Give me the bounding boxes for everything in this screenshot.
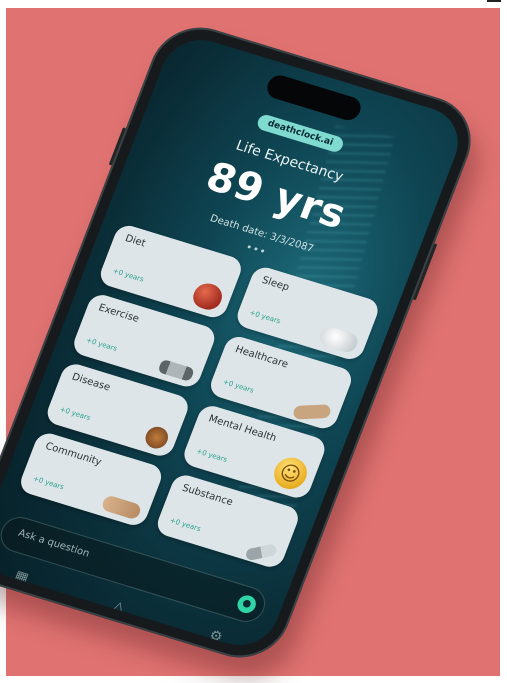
card-title: Disease xyxy=(70,371,112,394)
card-subtitle: +0 years xyxy=(195,447,229,464)
apple-icon xyxy=(189,280,226,313)
smiley-icon: ☺ xyxy=(269,453,312,493)
card-title: Community xyxy=(43,440,103,469)
card-subtitle: +0 years xyxy=(84,336,119,353)
card-subtitle: +0 years xyxy=(168,516,202,534)
card-subtitle: +0 years xyxy=(58,405,92,423)
virus-icon xyxy=(142,424,172,452)
dumbbell-icon xyxy=(157,358,195,382)
card-title: Healthcare xyxy=(233,344,290,371)
card-title: Mental Health xyxy=(206,413,278,445)
card-title: Sleep xyxy=(260,274,291,294)
card-subtitle: +0 years xyxy=(248,308,282,326)
card-title: Exercise xyxy=(96,302,141,325)
bandage-icon xyxy=(293,404,331,420)
pill-icon xyxy=(245,543,278,562)
card-title: Substance xyxy=(180,482,235,509)
corner-mark xyxy=(487,0,501,2)
settings-icon[interactable]: ⚙ xyxy=(207,627,225,646)
card-title: Diet xyxy=(123,233,148,250)
hands-icon xyxy=(100,494,143,521)
ask-placeholder: Ask a question xyxy=(16,527,91,560)
triangle-icon[interactable]: △ xyxy=(111,598,127,616)
pillow-icon xyxy=(316,324,361,355)
page-indicator xyxy=(247,245,265,253)
dynamic-island xyxy=(263,72,365,124)
grid-icon[interactable]: ▦ xyxy=(12,568,30,587)
send-icon[interactable]: ● xyxy=(234,593,259,616)
card-subtitle: +0 years xyxy=(221,377,256,395)
card-subtitle: +0 years xyxy=(31,474,66,492)
card-subtitle: +0 years xyxy=(111,266,145,284)
